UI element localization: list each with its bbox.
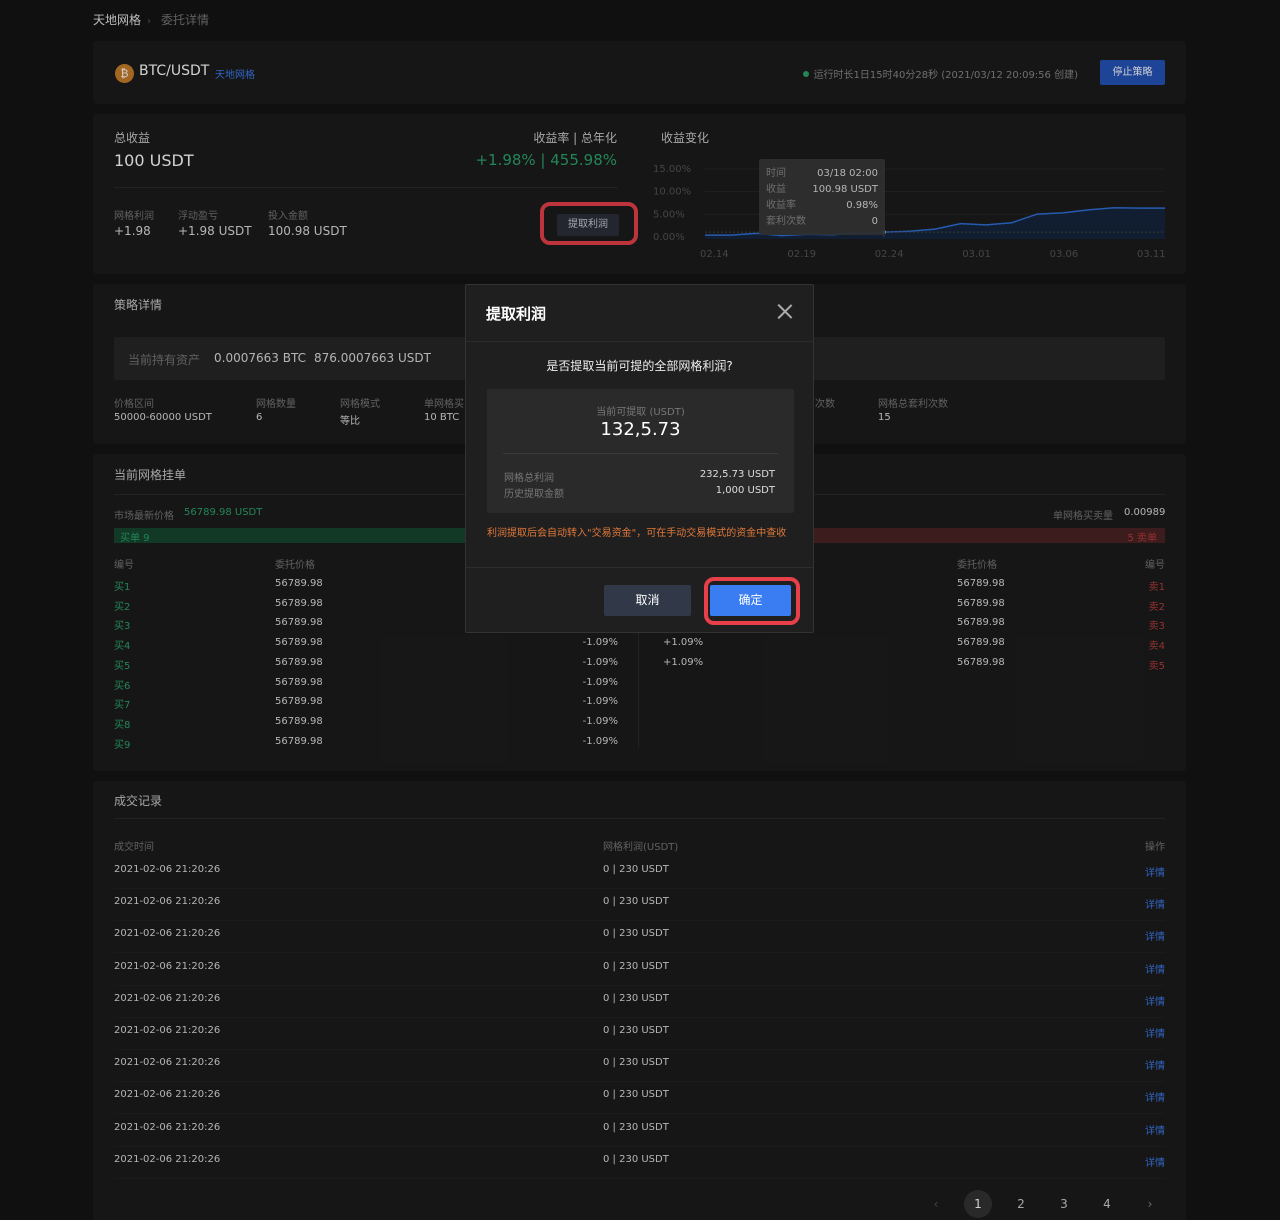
dialog-question: 是否提取当前可提的全部网格利润? <box>546 359 733 373</box>
available-label: 当前可提取 (USDT) <box>596 407 685 418</box>
profit-summary-box: 当前可提取 (USDT) 132,5.73 网格总利润 232,5.73 USD… <box>487 389 794 513</box>
withdraw-note: 利润提取后会自动转入"交易资金"，可在手动交易模式的资金中查收 <box>487 528 787 539</box>
cancel-button[interactable]: 取消 <box>604 585 691 616</box>
withdraw-profit-dialog: 提取利润 是否提取当前可提的全部网格利润? 当前可提取 (USDT) 132,5… <box>465 284 814 633</box>
total-profit-label: 网格总利润 <box>504 473 554 484</box>
total-profit-value: 232,5.73 USDT <box>699 469 775 480</box>
history-withdraw-label: 历史提取金额 <box>504 489 564 500</box>
history-withdraw-value: 1,000 USDT <box>715 485 775 496</box>
close-icon[interactable] <box>777 303 793 319</box>
confirm-button-highlight <box>704 577 800 625</box>
dialog-title: 提取利润 <box>486 305 547 323</box>
available-value: 132,5.73 <box>600 419 681 440</box>
